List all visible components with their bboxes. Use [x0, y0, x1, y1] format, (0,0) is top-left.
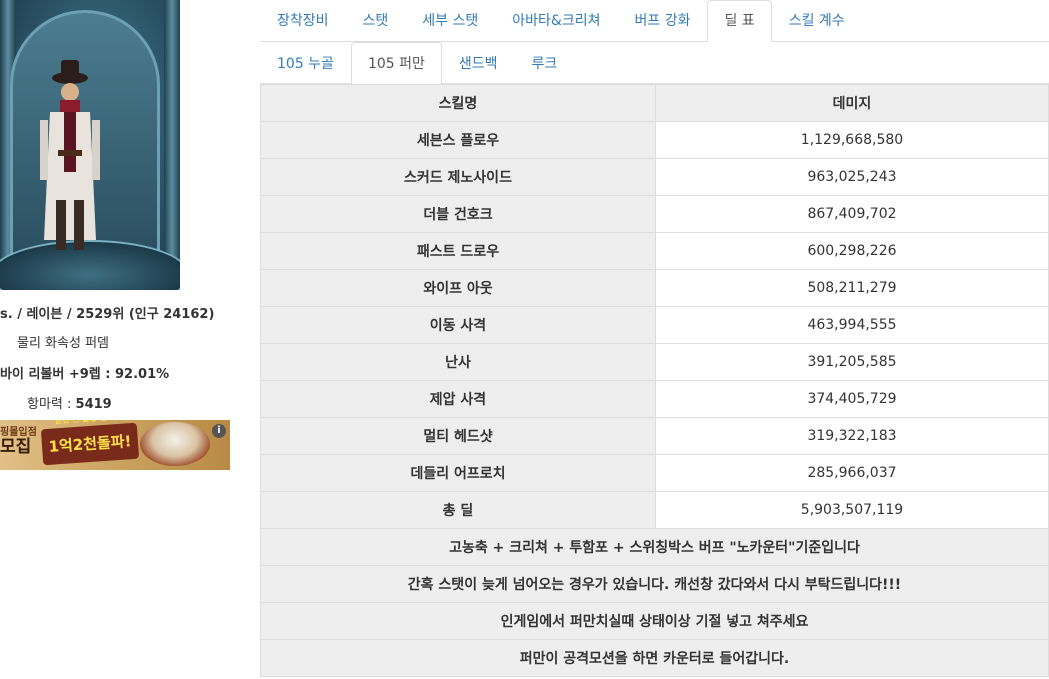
tab-105-nugol[interactable]: 105 누골	[260, 42, 351, 84]
skill-name: 난사	[260, 343, 656, 381]
ad-badge: 군산 ○ 몰링 월매출 1억2천돌파!	[40, 420, 140, 466]
main-tabs: 장착장비 스탯 세부 스탯 아바타&크리쳐 버프 강화 딜 표 스킬 계수	[260, 0, 1049, 42]
damage-value: 963,025,243	[655, 158, 1049, 196]
note-text: 퍼만이 공격모션을 하면 카운터로 들어갑니다.	[260, 639, 1049, 677]
table-row: 세븐스 플로우 1,129,668,580	[260, 121, 1049, 159]
table-row: 제압 사격 374,405,729	[260, 380, 1049, 418]
tab-detail-stats[interactable]: 세부 스탯	[405, 0, 495, 42]
column-header-damage: 데미지	[655, 84, 1049, 122]
info-icon[interactable]: i	[212, 424, 226, 438]
skill-name: 이동 사격	[260, 306, 656, 344]
table-header-row: 스킬명 데미지	[260, 84, 1049, 122]
total-row: 총 딜 5,903,507,119	[260, 491, 1049, 529]
note-row: 인게임에서 퍼만치실때 상태이상 기절 넣고 쳐주세요	[260, 602, 1049, 640]
anti-magic-label: 항마력 :	[27, 397, 76, 412]
note-text: 간혹 스탯이 늦게 넘어오는 경우가 있습니다. 캐선창 갔다와서 다시 부탁드…	[260, 565, 1049, 603]
anti-magic-stat: 항마력 : 5419	[27, 393, 112, 412]
sub-tabs: 105 누골 105 퍼만 샌드백 루크	[260, 42, 1049, 84]
character-avatar-figure	[40, 60, 100, 250]
note-row: 간혹 스탯이 늦게 넘어오는 경우가 있습니다. 캐선창 갔다와서 다시 부탁드…	[260, 565, 1049, 603]
table-row: 데들리 어프로치 285,966,037	[260, 454, 1049, 492]
ad-badge-main: 1억2천돌파!	[48, 432, 132, 456]
tab-damage-table[interactable]: 딜 표	[707, 0, 772, 42]
damage-value: 1,129,668,580	[655, 121, 1049, 159]
damage-value: 867,409,702	[655, 195, 1049, 233]
tab-equipment[interactable]: 장착장비	[260, 0, 346, 42]
ad-big-text: 모집	[0, 437, 32, 457]
table-row: 와이프 아웃 508,211,279	[260, 269, 1049, 307]
damage-value: 600,298,226	[655, 232, 1049, 270]
column-header-skill: 스킬명	[260, 84, 656, 122]
total-label: 총 딜	[260, 491, 656, 529]
table-row: 멀티 헤드샷 319,322,183	[260, 417, 1049, 455]
ad-banner[interactable]: 핑몰입점 모집 군산 ○ 몰링 월매출 1억2천돌파! i	[0, 420, 230, 470]
damage-type: 물리 화속성 퍼뎀	[17, 336, 109, 351]
ad-text: 핑몰입점 모집	[0, 426, 37, 457]
character-portrait	[0, 0, 180, 290]
note-row: 고농축 + 크리쳐 + 투함포 + 스위칭박스 버프 "노카운터"기준입니다	[260, 528, 1049, 566]
damage-value: 374,405,729	[655, 380, 1049, 418]
tab-sandbag[interactable]: 샌드백	[442, 42, 515, 84]
skill-name: 와이프 아웃	[260, 269, 656, 307]
damage-value: 319,322,183	[655, 417, 1049, 455]
skill-name: 데들리 어프로치	[260, 454, 656, 492]
skill-name: 세븐스 플로우	[260, 121, 656, 159]
skill-name: 스커드 제노사이드	[260, 158, 656, 196]
skill-name: 제압 사격	[260, 380, 656, 418]
skill-name: 멀티 헤드샷	[260, 417, 656, 455]
damage-value: 463,994,555	[655, 306, 1049, 344]
damage-value: 391,205,585	[655, 343, 1049, 381]
note-text: 인게임에서 퍼만치실때 상태이상 기절 넣고 쳐주세요	[260, 602, 1049, 640]
table-row: 이동 사격 463,994,555	[260, 306, 1049, 344]
damage-value: 285,966,037	[655, 454, 1049, 492]
weapon-info: 바이 리볼버 +9렙 : 92.01%	[0, 367, 170, 382]
table-row: 패스트 드로우 600,298,226	[260, 232, 1049, 270]
table-row: 더블 건호크 867,409,702	[260, 195, 1049, 233]
ad-food-image	[140, 422, 210, 466]
damage-value: 508,211,279	[655, 269, 1049, 307]
total-damage-value: 5,903,507,119	[655, 491, 1049, 529]
anti-magic-value: 5419	[75, 397, 112, 412]
tab-105-perman[interactable]: 105 퍼만	[350, 42, 442, 84]
damage-table: 스킬명 데미지 세븐스 플로우 1,129,668,580 스커드 제노사이드 96…	[260, 84, 1049, 677]
note-row: 퍼만이 공격모션을 하면 카운터로 들어갑니다.	[260, 639, 1049, 677]
table-row: 난사 391,205,585	[260, 343, 1049, 381]
tab-skill-coefficient[interactable]: 스킬 계수	[772, 0, 862, 42]
character-summary: s. / 레이븐 / 2529위 (인구 24162)	[0, 307, 215, 322]
note-text: 고농축 + 크리쳐 + 투함포 + 스위칭박스 버프 "노카운터"기준입니다	[260, 528, 1049, 566]
tab-stats[interactable]: 스탯	[346, 0, 406, 42]
table-row: 스커드 제노사이드 963,025,243	[260, 158, 1049, 196]
tab-luke[interactable]: 루크	[515, 42, 575, 84]
skill-name: 더블 건호크	[260, 195, 656, 233]
ad-badge-top: 군산 ○ 몰링 월매출	[40, 420, 137, 428]
tab-buff-enhance[interactable]: 버프 강화	[617, 0, 707, 42]
skill-name: 패스트 드로우	[260, 232, 656, 270]
tab-avatar-creature[interactable]: 아바타&크리쳐	[495, 0, 617, 42]
